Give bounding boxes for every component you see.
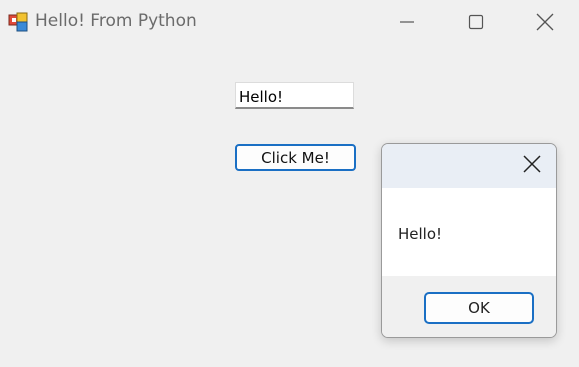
ok-button-label: OK <box>468 299 490 317</box>
title-bar[interactable]: Hello! From Python <box>0 0 579 46</box>
minimize-button[interactable] <box>372 0 442 44</box>
message-box-body: Hello! <box>382 188 556 276</box>
message-box-header[interactable] <box>382 144 556 188</box>
close-button[interactable] <box>510 0 579 44</box>
message-box-footer: OK <box>382 276 556 337</box>
ok-button[interactable]: OK <box>424 292 534 324</box>
click-me-button[interactable]: Click Me! <box>235 144 356 171</box>
window-title: Hello! From Python <box>35 11 197 31</box>
maximize-button[interactable] <box>441 0 511 44</box>
close-icon <box>523 155 541 177</box>
close-icon <box>536 13 554 31</box>
message-box-close-button[interactable] <box>520 154 544 178</box>
message-box-text: Hello! <box>398 225 443 243</box>
main-window: Hello! From Python Hello! Click Me! Hell… <box>0 0 579 367</box>
message-textbox[interactable] <box>235 82 354 109</box>
app-icon <box>8 12 28 32</box>
message-box-dialog: Hello! OK <box>381 143 557 338</box>
click-me-button-label: Click Me! <box>261 148 330 167</box>
minimize-icon <box>399 14 415 30</box>
maximize-icon <box>468 14 484 30</box>
